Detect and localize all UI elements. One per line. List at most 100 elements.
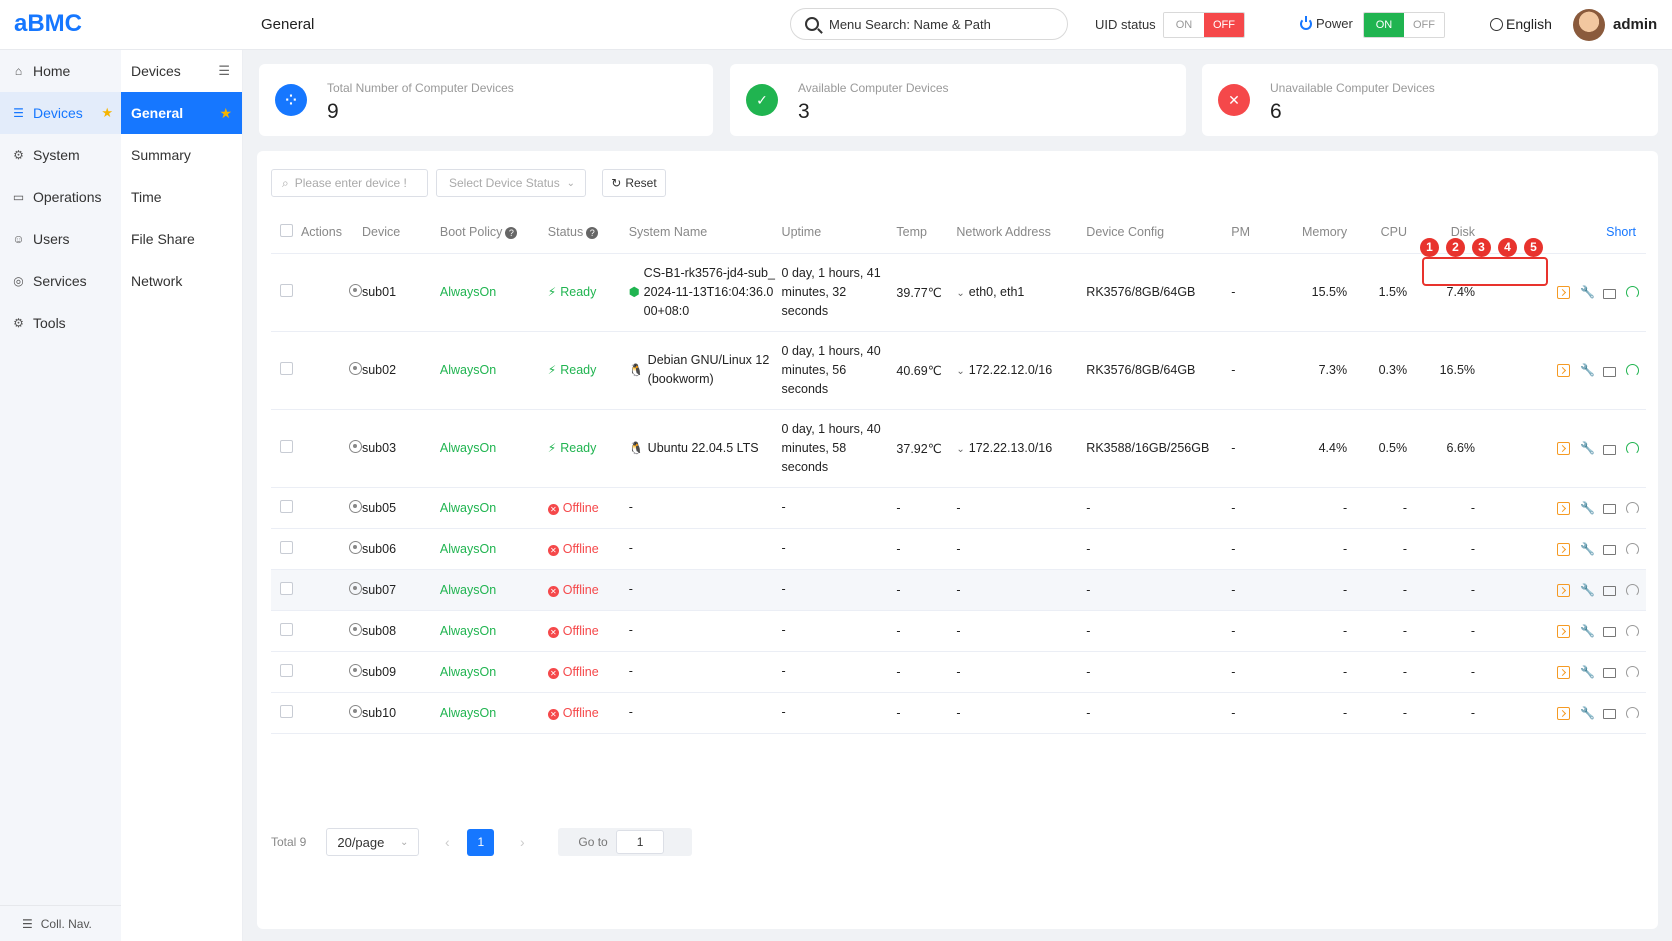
subnav-item-network[interactable]: Network bbox=[121, 260, 242, 302]
help-icon[interactable]: ? bbox=[586, 226, 599, 239]
folder-icon[interactable] bbox=[1603, 288, 1616, 299]
device-search-input[interactable]: ⌕ Please enter device ! bbox=[271, 169, 428, 197]
app-logo[interactable]: aBMC bbox=[14, 10, 82, 38]
row-checkbox[interactable] bbox=[280, 284, 293, 297]
settings-gear-icon[interactable] bbox=[348, 540, 362, 554]
sidebar-item-services[interactable]: ◎ Services bbox=[0, 260, 121, 302]
wrench-icon[interactable]: 🔧 bbox=[1580, 706, 1595, 720]
terminal-icon[interactable] bbox=[1557, 542, 1570, 556]
row-checkbox[interactable] bbox=[280, 581, 293, 595]
power-off-option[interactable]: OFF bbox=[1404, 13, 1444, 37]
chevron-down-icon[interactable]: ⌄ bbox=[956, 288, 964, 299]
settings-gear-icon[interactable] bbox=[348, 663, 362, 677]
terminal-icon[interactable] bbox=[1557, 501, 1570, 515]
terminal-icon[interactable] bbox=[1557, 624, 1570, 638]
uid-on-option[interactable]: ON bbox=[1164, 13, 1204, 37]
device-name[interactable]: sub03 bbox=[361, 409, 440, 488]
chevron-down-icon[interactable]: ⌄ bbox=[956, 366, 964, 377]
star-icon[interactable]: ★ bbox=[219, 105, 232, 122]
reset-button[interactable]: ↻ Reset bbox=[602, 169, 666, 197]
device-name[interactable]: sub06 bbox=[361, 528, 440, 570]
terminal-icon[interactable] bbox=[1557, 442, 1570, 456]
collapse-menu-icon[interactable]: ☰ bbox=[218, 63, 230, 79]
row-checkbox[interactable] bbox=[280, 622, 293, 636]
wrench-icon[interactable]: 🔧 bbox=[1580, 364, 1595, 377]
device-name[interactable]: sub02 bbox=[361, 331, 440, 410]
subnav-item-time[interactable]: Time bbox=[121, 176, 242, 218]
gauge-icon[interactable] bbox=[1626, 364, 1639, 378]
wrench-icon[interactable]: 🔧 bbox=[1580, 542, 1595, 556]
settings-gear-icon[interactable] bbox=[348, 499, 362, 513]
wrench-icon[interactable]: 🔧 bbox=[1580, 624, 1595, 638]
row-checkbox[interactable] bbox=[280, 663, 293, 677]
gauge-icon[interactable] bbox=[1626, 665, 1639, 679]
folder-icon[interactable] bbox=[1603, 366, 1616, 377]
folder-icon[interactable] bbox=[1603, 668, 1616, 679]
device-name[interactable]: sub05 bbox=[361, 487, 440, 529]
folder-icon[interactable] bbox=[1603, 444, 1616, 455]
terminal-icon[interactable] bbox=[1557, 665, 1570, 679]
device-name[interactable]: sub09 bbox=[361, 651, 440, 693]
terminal-icon[interactable] bbox=[1557, 583, 1570, 597]
subnav-item-summary[interactable]: Summary bbox=[121, 134, 242, 176]
gauge-icon[interactable] bbox=[1626, 624, 1639, 638]
chevron-down-icon[interactable]: ⌄ bbox=[956, 444, 964, 455]
device-name[interactable]: sub08 bbox=[361, 610, 440, 652]
subnav-item-general[interactable]: General ★ bbox=[121, 92, 242, 134]
sidebar-item-home[interactable]: ⌂ Home bbox=[0, 50, 121, 92]
gauge-icon[interactable] bbox=[1626, 583, 1639, 597]
device-name[interactable]: sub07 bbox=[361, 569, 440, 611]
wrench-icon[interactable]: 🔧 bbox=[1580, 501, 1595, 515]
device-name[interactable]: sub10 bbox=[361, 692, 440, 734]
folder-icon[interactable] bbox=[1603, 586, 1616, 597]
row-checkbox[interactable] bbox=[280, 704, 293, 718]
folder-icon[interactable] bbox=[1603, 709, 1616, 720]
goto-page-input[interactable]: 1 bbox=[615, 830, 664, 854]
next-page-button[interactable]: › bbox=[508, 834, 536, 850]
uid-status-toggle[interactable]: ON OFF bbox=[1163, 12, 1245, 38]
wrench-icon[interactable]: 🔧 bbox=[1580, 442, 1595, 455]
folder-icon[interactable] bbox=[1603, 545, 1616, 556]
settings-gear-icon[interactable] bbox=[348, 284, 362, 297]
folder-icon[interactable] bbox=[1603, 627, 1616, 638]
user-name[interactable]: admin bbox=[1613, 16, 1657, 33]
gauge-icon[interactable] bbox=[1626, 706, 1639, 720]
wrench-icon[interactable]: 🔧 bbox=[1580, 665, 1595, 679]
menu-search-input[interactable]: Menu Search: Name & Path bbox=[790, 8, 1068, 40]
settings-gear-icon[interactable] bbox=[348, 704, 362, 718]
wrench-icon[interactable]: 🔧 bbox=[1580, 583, 1595, 597]
settings-gear-icon[interactable] bbox=[348, 581, 362, 595]
subnav-item-file-share[interactable]: File Share bbox=[121, 218, 242, 260]
collapse-nav-button[interactable]: ☰ Coll. Nav. bbox=[0, 905, 121, 941]
gauge-icon[interactable] bbox=[1626, 501, 1639, 515]
gauge-icon[interactable] bbox=[1626, 542, 1639, 556]
star-icon[interactable]: ★ bbox=[101, 105, 113, 121]
help-icon[interactable]: ? bbox=[505, 226, 518, 239]
select-all-checkbox[interactable] bbox=[280, 223, 293, 237]
sidebar-item-operations[interactable]: ▭ Operations bbox=[0, 176, 121, 218]
prev-page-button[interactable]: ‹ bbox=[433, 834, 461, 850]
sidebar-item-tools[interactable]: ⚙ Tools bbox=[0, 302, 121, 344]
sidebar-item-system[interactable]: ⚙ System bbox=[0, 134, 121, 176]
uid-off-option[interactable]: OFF bbox=[1204, 13, 1244, 37]
terminal-icon[interactable] bbox=[1557, 706, 1570, 720]
row-checkbox[interactable] bbox=[280, 440, 293, 453]
power-on-option[interactable]: ON bbox=[1364, 13, 1404, 37]
device-status-select[interactable]: Select Device Status ⌄ bbox=[436, 169, 586, 197]
sidebar-item-users[interactable]: ☺ Users bbox=[0, 218, 121, 260]
page-size-select[interactable]: 20/page ⌄ bbox=[326, 828, 420, 856]
page-number-button[interactable]: 1 bbox=[467, 828, 495, 856]
terminal-icon[interactable] bbox=[1557, 364, 1570, 378]
row-checkbox[interactable] bbox=[280, 499, 293, 513]
folder-icon[interactable] bbox=[1603, 504, 1616, 515]
gauge-icon[interactable] bbox=[1626, 286, 1639, 300]
terminal-icon[interactable] bbox=[1557, 286, 1570, 300]
language-selector[interactable]: English bbox=[1490, 16, 1552, 32]
row-checkbox[interactable] bbox=[280, 540, 293, 554]
settings-gear-icon[interactable] bbox=[348, 440, 362, 453]
sidebar-item-devices[interactable]: ☰ Devices ★ bbox=[0, 92, 121, 134]
wrench-icon[interactable]: 🔧 bbox=[1580, 286, 1595, 299]
avatar[interactable] bbox=[1573, 9, 1605, 41]
settings-gear-icon[interactable] bbox=[348, 362, 362, 375]
device-name[interactable]: sub01 bbox=[361, 253, 440, 332]
